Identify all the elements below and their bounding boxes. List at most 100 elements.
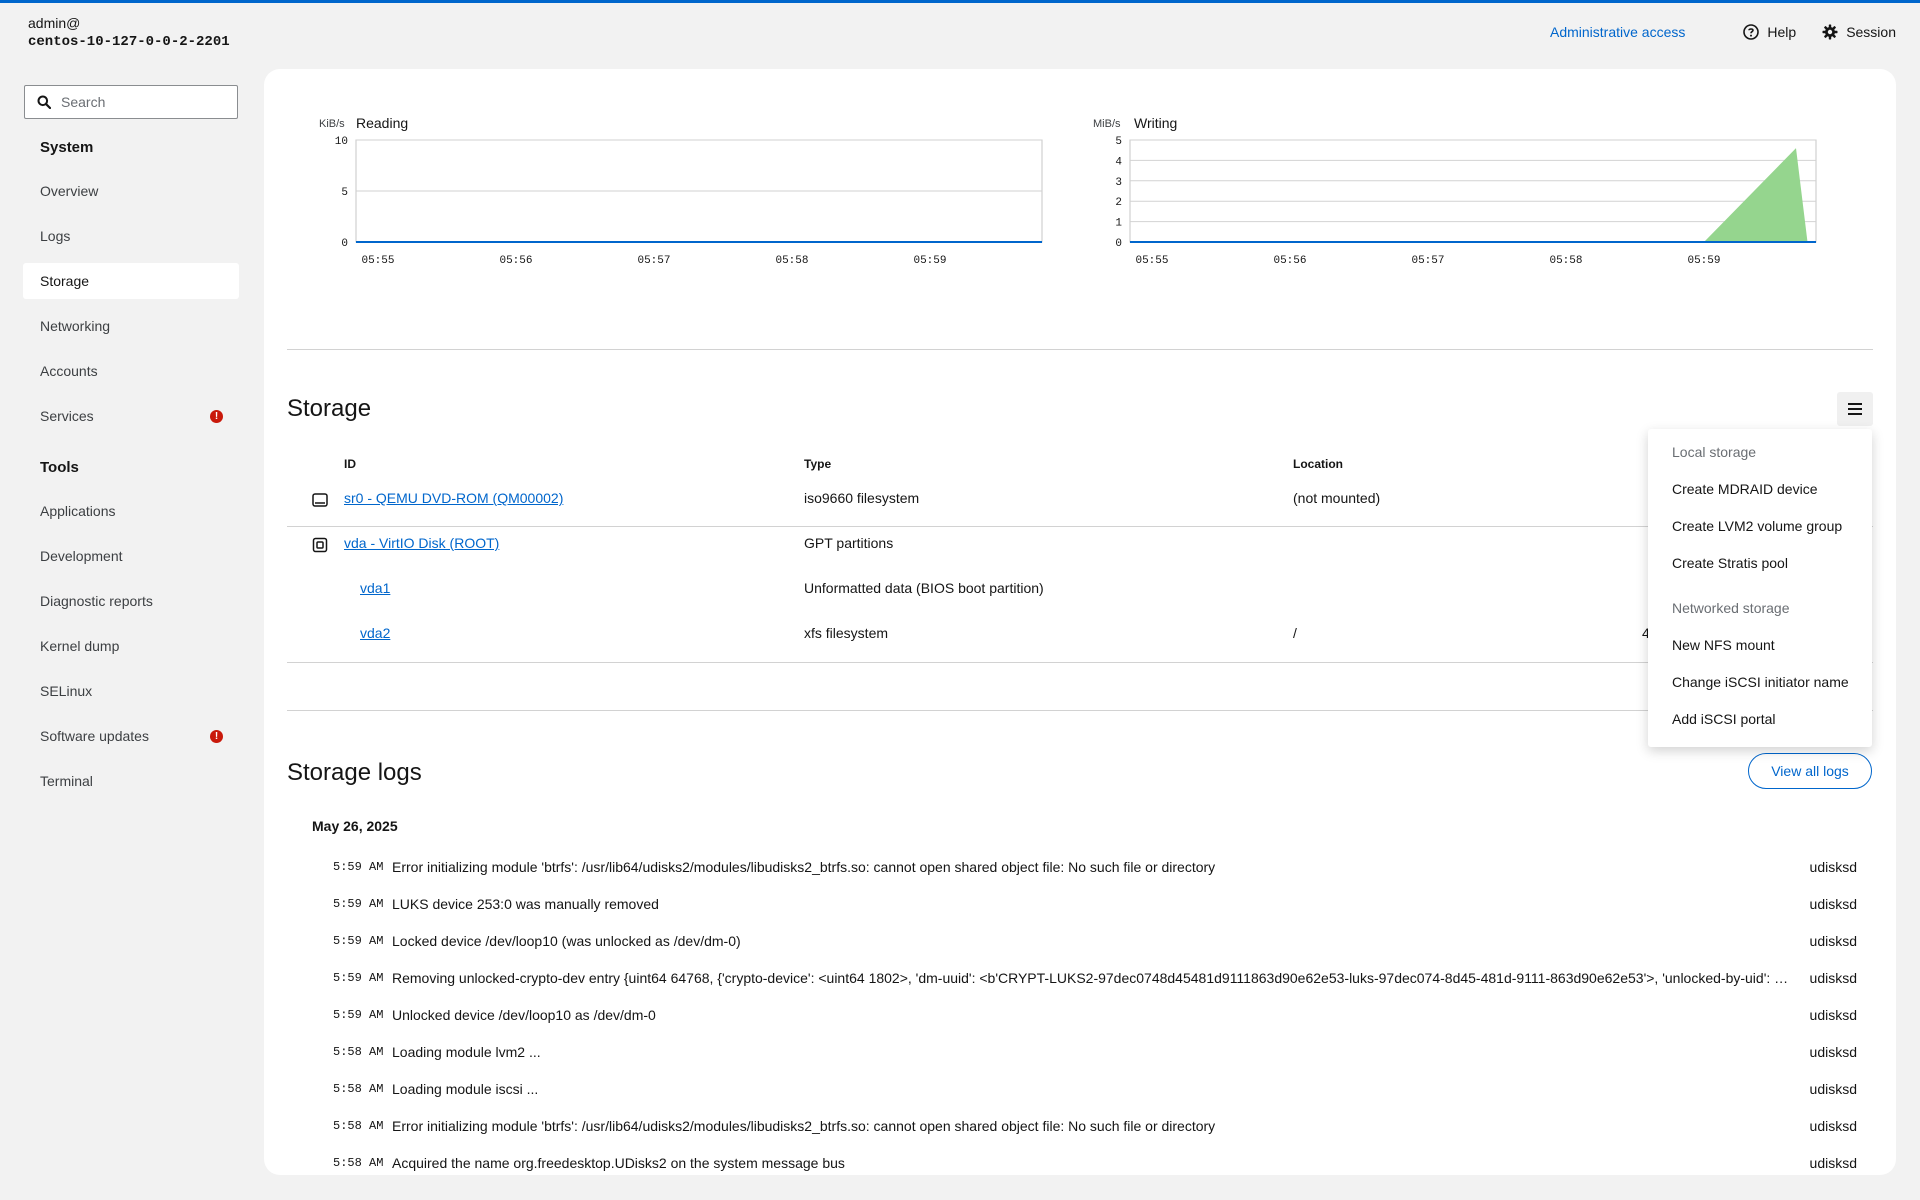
sidebar-item-logs[interactable]: Logs — [23, 218, 239, 254]
log-time: 5:58 AM — [333, 1119, 384, 1133]
log-time: 5:59 AM — [333, 934, 384, 948]
storage-row-vda1-link[interactable]: vda1 — [360, 580, 390, 596]
menu-item-new-nfs[interactable]: New NFS mount — [1672, 637, 1775, 653]
gear-icon — [1822, 24, 1838, 40]
alert-icon: ! — [210, 410, 223, 423]
column-type: Type — [804, 457, 832, 471]
sidebar-item-label: Logs — [40, 228, 71, 244]
x-tick-label: 05:58 — [775, 255, 808, 267]
log-source: udisksd — [1809, 1007, 1857, 1023]
sidebar-item-kernel-dump[interactable]: Kernel dump — [23, 628, 239, 664]
storage-title: Storage — [287, 395, 372, 422]
sidebar-item-label: Kernel dump — [40, 638, 120, 654]
menu-item-create-mdraid[interactable]: Create MDRAID device — [1672, 481, 1818, 497]
x-tick-label: 05:57 — [1411, 255, 1444, 267]
sidebar-item-label: Storage — [40, 273, 90, 289]
x-tick-label: 05:55 — [361, 255, 394, 267]
search-input[interactable] — [59, 93, 233, 111]
divider — [287, 710, 1873, 711]
log-entry[interactable]: 5:59 AM Removing unlocked-crypto-dev entr… — [333, 968, 1857, 988]
hard-disk-icon — [312, 537, 328, 553]
log-time: 5:59 AM — [333, 897, 384, 911]
storage-row-sr0-location: (not mounted) — [1293, 490, 1381, 506]
sidebar-item-services[interactable]: Services! — [23, 398, 239, 434]
x-tick-label: 05:58 — [1549, 255, 1582, 267]
storage-actions-menu: Local storage Create MDRAID device Creat… — [1648, 429, 1872, 747]
sidebar-item-diagnostic-reports[interactable]: Diagnostic reports — [23, 583, 239, 619]
log-entry[interactable]: 5:58 AM Acquired the name org.freedesktop… — [333, 1153, 1857, 1173]
storage-row-vda-link[interactable]: vda - VirtIO Disk (ROOT) — [344, 535, 499, 551]
log-entry[interactable]: 5:58 AM Loading module iscsi ... udisksd — [333, 1079, 1857, 1099]
storage-row-vda2-link[interactable]: vda2 — [360, 625, 390, 641]
y-tick-label: 0 — [1115, 238, 1122, 250]
sidebar-item-label: Networking — [40, 318, 111, 334]
log-message: Loading module lvm2 ... — [392, 1044, 541, 1060]
view-all-logs-button[interactable]: View all logs — [1748, 753, 1872, 789]
storage-row-vda1-type: Unformatted data (BIOS boot partition) — [804, 580, 1044, 596]
sidebar-item-overview[interactable]: Overview — [23, 173, 239, 209]
log-date-header: May 26, 2025 — [312, 818, 398, 834]
host-user: admin@ — [28, 15, 81, 31]
log-entry[interactable]: 5:59 AM Locked device /dev/loop10 (was un… — [333, 931, 1857, 951]
storage-row-vda2-location: / — [1293, 625, 1297, 641]
menu-item-create-stratis[interactable]: Create Stratis pool — [1672, 555, 1788, 571]
sidebar-item-software-updates[interactable]: Software updates! — [23, 718, 239, 754]
administrative-access-link[interactable]: Administrative access — [1550, 24, 1685, 40]
sidebar-item-applications[interactable]: Applications — [23, 493, 239, 529]
sidebar-item-networking[interactable]: Networking — [23, 308, 239, 344]
column-location: Location — [1293, 457, 1343, 471]
log-entry[interactable]: 5:58 AM Loading module lvm2 ... udisksd — [333, 1042, 1857, 1062]
writing-chart: MiB/s Writing 5 4 3 2 1 0 05:55 05:56 05:57 05:58… — [1093, 115, 1817, 267]
y-tick-label: 1 — [1115, 218, 1122, 230]
menu-group-networked-storage: Networked storage — [1672, 600, 1790, 616]
sidebar-nav: System Overview Logs Storage Networking … — [23, 134, 239, 808]
writing-chart-plot: 5 4 3 2 1 0 05:55 05:56 05:57 05:58 05:59 — [1115, 136, 1817, 267]
log-time: 5:58 AM — [333, 1156, 384, 1170]
sidebar-item-accounts[interactable]: Accounts — [23, 353, 239, 389]
log-time: 5:59 AM — [333, 971, 384, 985]
session-menu[interactable]: Session — [1822, 24, 1896, 40]
session-label: Session — [1846, 24, 1896, 40]
menu-item-create-lvm2[interactable]: Create LVM2 volume group — [1672, 518, 1842, 534]
sidebar-item-development[interactable]: Development — [23, 538, 239, 574]
log-source: udisksd — [1809, 896, 1857, 912]
sidebar-item-storage[interactable]: Storage — [23, 263, 239, 299]
log-time: 5:58 AM — [333, 1082, 384, 1096]
nav-group-tools: Tools — [40, 459, 79, 476]
log-source: udisksd — [1809, 1081, 1857, 1097]
storage-row-sr0-link[interactable]: sr0 - QEMU DVD-ROM (QM00002) — [344, 490, 563, 506]
storage-logs-title: Storage logs — [287, 759, 422, 786]
storage-menu-button[interactable] — [1837, 392, 1873, 426]
search-icon — [37, 95, 51, 109]
log-source: udisksd — [1809, 1044, 1857, 1060]
sidebar-search[interactable] — [24, 85, 238, 119]
log-time: 5:58 AM — [333, 1045, 384, 1059]
x-tick-label: 05:59 — [1687, 255, 1720, 267]
host-switcher[interactable]: admin@ centos-10-127-0-0-2-2201 — [28, 14, 230, 52]
y-tick-label: 5 — [341, 187, 348, 199]
log-source: udisksd — [1809, 970, 1857, 986]
log-message: Acquired the name org.freedesktop.UDisks… — [392, 1155, 845, 1171]
help-menu[interactable]: Help — [1743, 24, 1796, 40]
log-entry[interactable]: 5:59 AM Error initializing module 'btrfs'… — [333, 857, 1857, 877]
sidebar-item-selinux[interactable]: SELinux — [23, 673, 239, 709]
reading-chart-plot: 10 5 0 05:55 05:56 05:57 05:58 05:59 — [335, 136, 1043, 267]
log-entry[interactable]: 5:58 AM Error initializing module 'btrfs'… — [333, 1116, 1857, 1136]
log-source: udisksd — [1809, 1118, 1857, 1134]
log-source: udisksd — [1809, 1155, 1857, 1171]
alert-icon: ! — [210, 730, 223, 743]
help-icon — [1743, 24, 1760, 40]
log-entry[interactable]: 5:59 AM LUKS device 253:0 was manually re… — [333, 894, 1857, 914]
bars-icon — [1848, 403, 1862, 415]
divider — [287, 349, 1873, 350]
x-tick-label: 05:56 — [1273, 255, 1306, 267]
log-entry[interactable]: 5:59 AM Unlocked device /dev/loop10 as /d… — [333, 1005, 1857, 1025]
optical-drive-icon — [312, 493, 328, 507]
sidebar-item-terminal[interactable]: Terminal — [23, 763, 239, 799]
menu-item-add-iscsi-portal[interactable]: Add iSCSI portal — [1672, 711, 1776, 727]
host-name: centos-10-127-0-0-2-2201 — [28, 34, 230, 50]
sidebar-item-label: Accounts — [40, 363, 98, 379]
menu-item-change-iscsi-name[interactable]: Change iSCSI initiator name — [1672, 674, 1849, 690]
y-tick-label: 2 — [1115, 197, 1122, 209]
y-tick-label: 10 — [335, 136, 348, 148]
